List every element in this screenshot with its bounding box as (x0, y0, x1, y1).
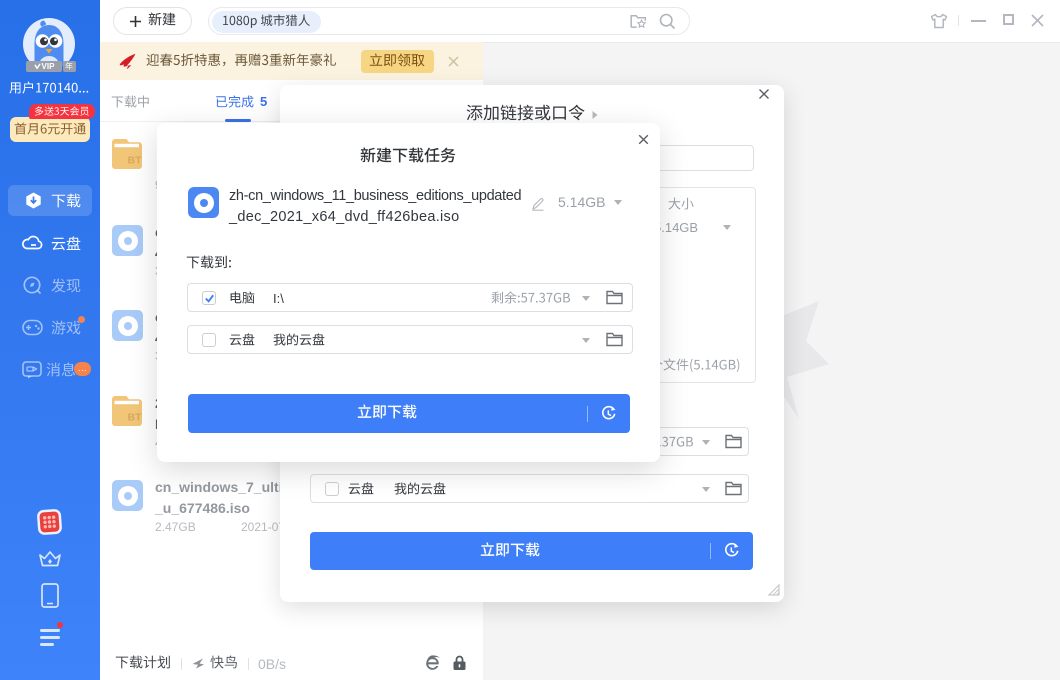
svg-text:BT: BT (128, 412, 143, 424)
svg-text:BT: BT (128, 155, 143, 167)
